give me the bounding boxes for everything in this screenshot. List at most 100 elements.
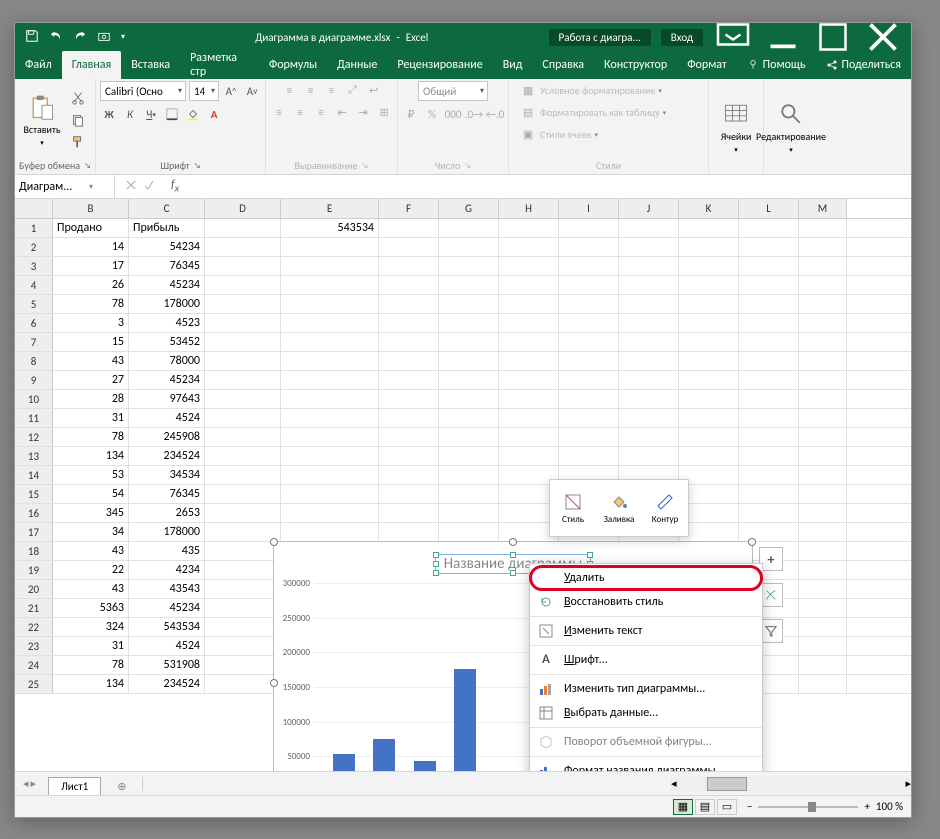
cell[interactable]: 76345 xyxy=(129,257,205,275)
cell[interactable]: 34 xyxy=(53,523,129,541)
cell[interactable] xyxy=(679,447,739,465)
cell[interactable]: 4523 xyxy=(129,314,205,332)
cell[interactable] xyxy=(439,219,499,237)
tab-file[interactable]: Файл xyxy=(15,51,62,79)
cell[interactable] xyxy=(281,352,379,370)
cell[interactable] xyxy=(281,447,379,465)
row-header[interactable]: 11 xyxy=(15,409,53,427)
cell[interactable] xyxy=(799,390,847,408)
cell[interactable]: 134 xyxy=(53,447,129,465)
cell[interactable] xyxy=(619,219,679,237)
cell[interactable] xyxy=(205,238,281,256)
row-header[interactable]: 15 xyxy=(15,485,53,503)
row-header[interactable]: 8 xyxy=(15,352,53,370)
cell[interactable] xyxy=(739,504,799,522)
menu-select-data[interactable]: Выбрать данные... xyxy=(530,701,762,725)
formula-input[interactable] xyxy=(185,180,911,194)
menu-edit-text[interactable]: Изменить текст xyxy=(530,619,762,643)
menu-3d-rotation[interactable]: Поворот объемной фигуры... xyxy=(530,730,762,754)
cell[interactable]: 345 xyxy=(53,504,129,522)
cell[interactable]: 43 xyxy=(53,580,129,598)
column-header[interactable]: J xyxy=(619,199,679,218)
cell[interactable] xyxy=(439,238,499,256)
name-box-input[interactable] xyxy=(19,180,89,194)
border-icon[interactable] xyxy=(163,105,181,123)
cell[interactable] xyxy=(499,333,559,351)
cell[interactable] xyxy=(559,295,619,313)
row-header[interactable]: 24 xyxy=(15,656,53,674)
cell[interactable]: 43 xyxy=(53,352,129,370)
cell[interactable] xyxy=(281,466,379,484)
cell[interactable]: 234524 xyxy=(129,675,205,693)
cell[interactable] xyxy=(205,580,281,598)
cell[interactable]: 54234 xyxy=(129,238,205,256)
tell-me[interactable]: Помощь xyxy=(737,51,816,79)
cell[interactable] xyxy=(559,257,619,275)
cell[interactable]: 543534 xyxy=(129,618,205,636)
cell[interactable] xyxy=(281,257,379,275)
cell[interactable] xyxy=(679,295,739,313)
cell[interactable] xyxy=(679,333,739,351)
cell[interactable] xyxy=(439,371,499,389)
login-button[interactable]: Вход xyxy=(661,29,703,46)
cell[interactable] xyxy=(799,504,847,522)
column-header[interactable]: E xyxy=(281,199,379,218)
cell[interactable] xyxy=(799,371,847,389)
column-header[interactable]: K xyxy=(679,199,739,218)
cell[interactable] xyxy=(559,314,619,332)
cell[interactable]: 17 xyxy=(53,257,129,275)
cell[interactable] xyxy=(281,523,379,541)
cell[interactable] xyxy=(559,371,619,389)
menu-font[interactable]: AШрифт... xyxy=(530,648,762,672)
cell[interactable] xyxy=(799,219,847,237)
cell[interactable] xyxy=(205,599,281,617)
undo-icon[interactable] xyxy=(49,29,63,46)
cell[interactable] xyxy=(739,295,799,313)
cell[interactable] xyxy=(559,409,619,427)
cell[interactable] xyxy=(499,371,559,389)
cell[interactable] xyxy=(281,371,379,389)
cell[interactable]: 435 xyxy=(129,542,205,560)
cell[interactable]: 234524 xyxy=(129,447,205,465)
redo-icon[interactable] xyxy=(73,29,87,46)
cell[interactable]: Прибыль xyxy=(129,219,205,237)
chart-bar[interactable] xyxy=(454,669,476,771)
cell[interactable] xyxy=(439,447,499,465)
row-header[interactable]: 21 xyxy=(15,599,53,617)
cell[interactable] xyxy=(281,276,379,294)
cell[interactable] xyxy=(799,485,847,503)
row-header[interactable]: 9 xyxy=(15,371,53,389)
row-header[interactable]: 12 xyxy=(15,428,53,446)
cell[interactable]: 43543 xyxy=(129,580,205,598)
cell[interactable] xyxy=(281,314,379,332)
cell[interactable]: 324 xyxy=(53,618,129,636)
row-header[interactable]: 7 xyxy=(15,333,53,351)
cell[interactable] xyxy=(281,485,379,503)
cell[interactable] xyxy=(281,295,379,313)
cell[interactable] xyxy=(205,504,281,522)
cell[interactable] xyxy=(499,276,559,294)
mini-fill-button[interactable]: Заливка xyxy=(596,480,642,536)
cell[interactable] xyxy=(739,238,799,256)
chart-bar[interactable] xyxy=(333,754,355,771)
cell[interactable] xyxy=(739,390,799,408)
cell[interactable] xyxy=(799,542,847,560)
cell[interactable]: Продано xyxy=(53,219,129,237)
cell[interactable] xyxy=(439,409,499,427)
cell[interactable] xyxy=(679,314,739,332)
cell[interactable] xyxy=(559,352,619,370)
cell[interactable]: 43 xyxy=(53,542,129,560)
mini-style-button[interactable]: Стиль xyxy=(550,480,596,536)
cell[interactable] xyxy=(281,390,379,408)
cell[interactable]: 97643 xyxy=(129,390,205,408)
column-header[interactable]: F xyxy=(379,199,439,218)
cell[interactable] xyxy=(499,238,559,256)
cell[interactable] xyxy=(439,466,499,484)
cell[interactable] xyxy=(739,523,799,541)
cell[interactable] xyxy=(799,409,847,427)
cell[interactable] xyxy=(799,295,847,313)
cell[interactable] xyxy=(559,390,619,408)
cell[interactable] xyxy=(799,618,847,636)
cell[interactable] xyxy=(499,219,559,237)
zoom-slider[interactable] xyxy=(758,806,858,808)
